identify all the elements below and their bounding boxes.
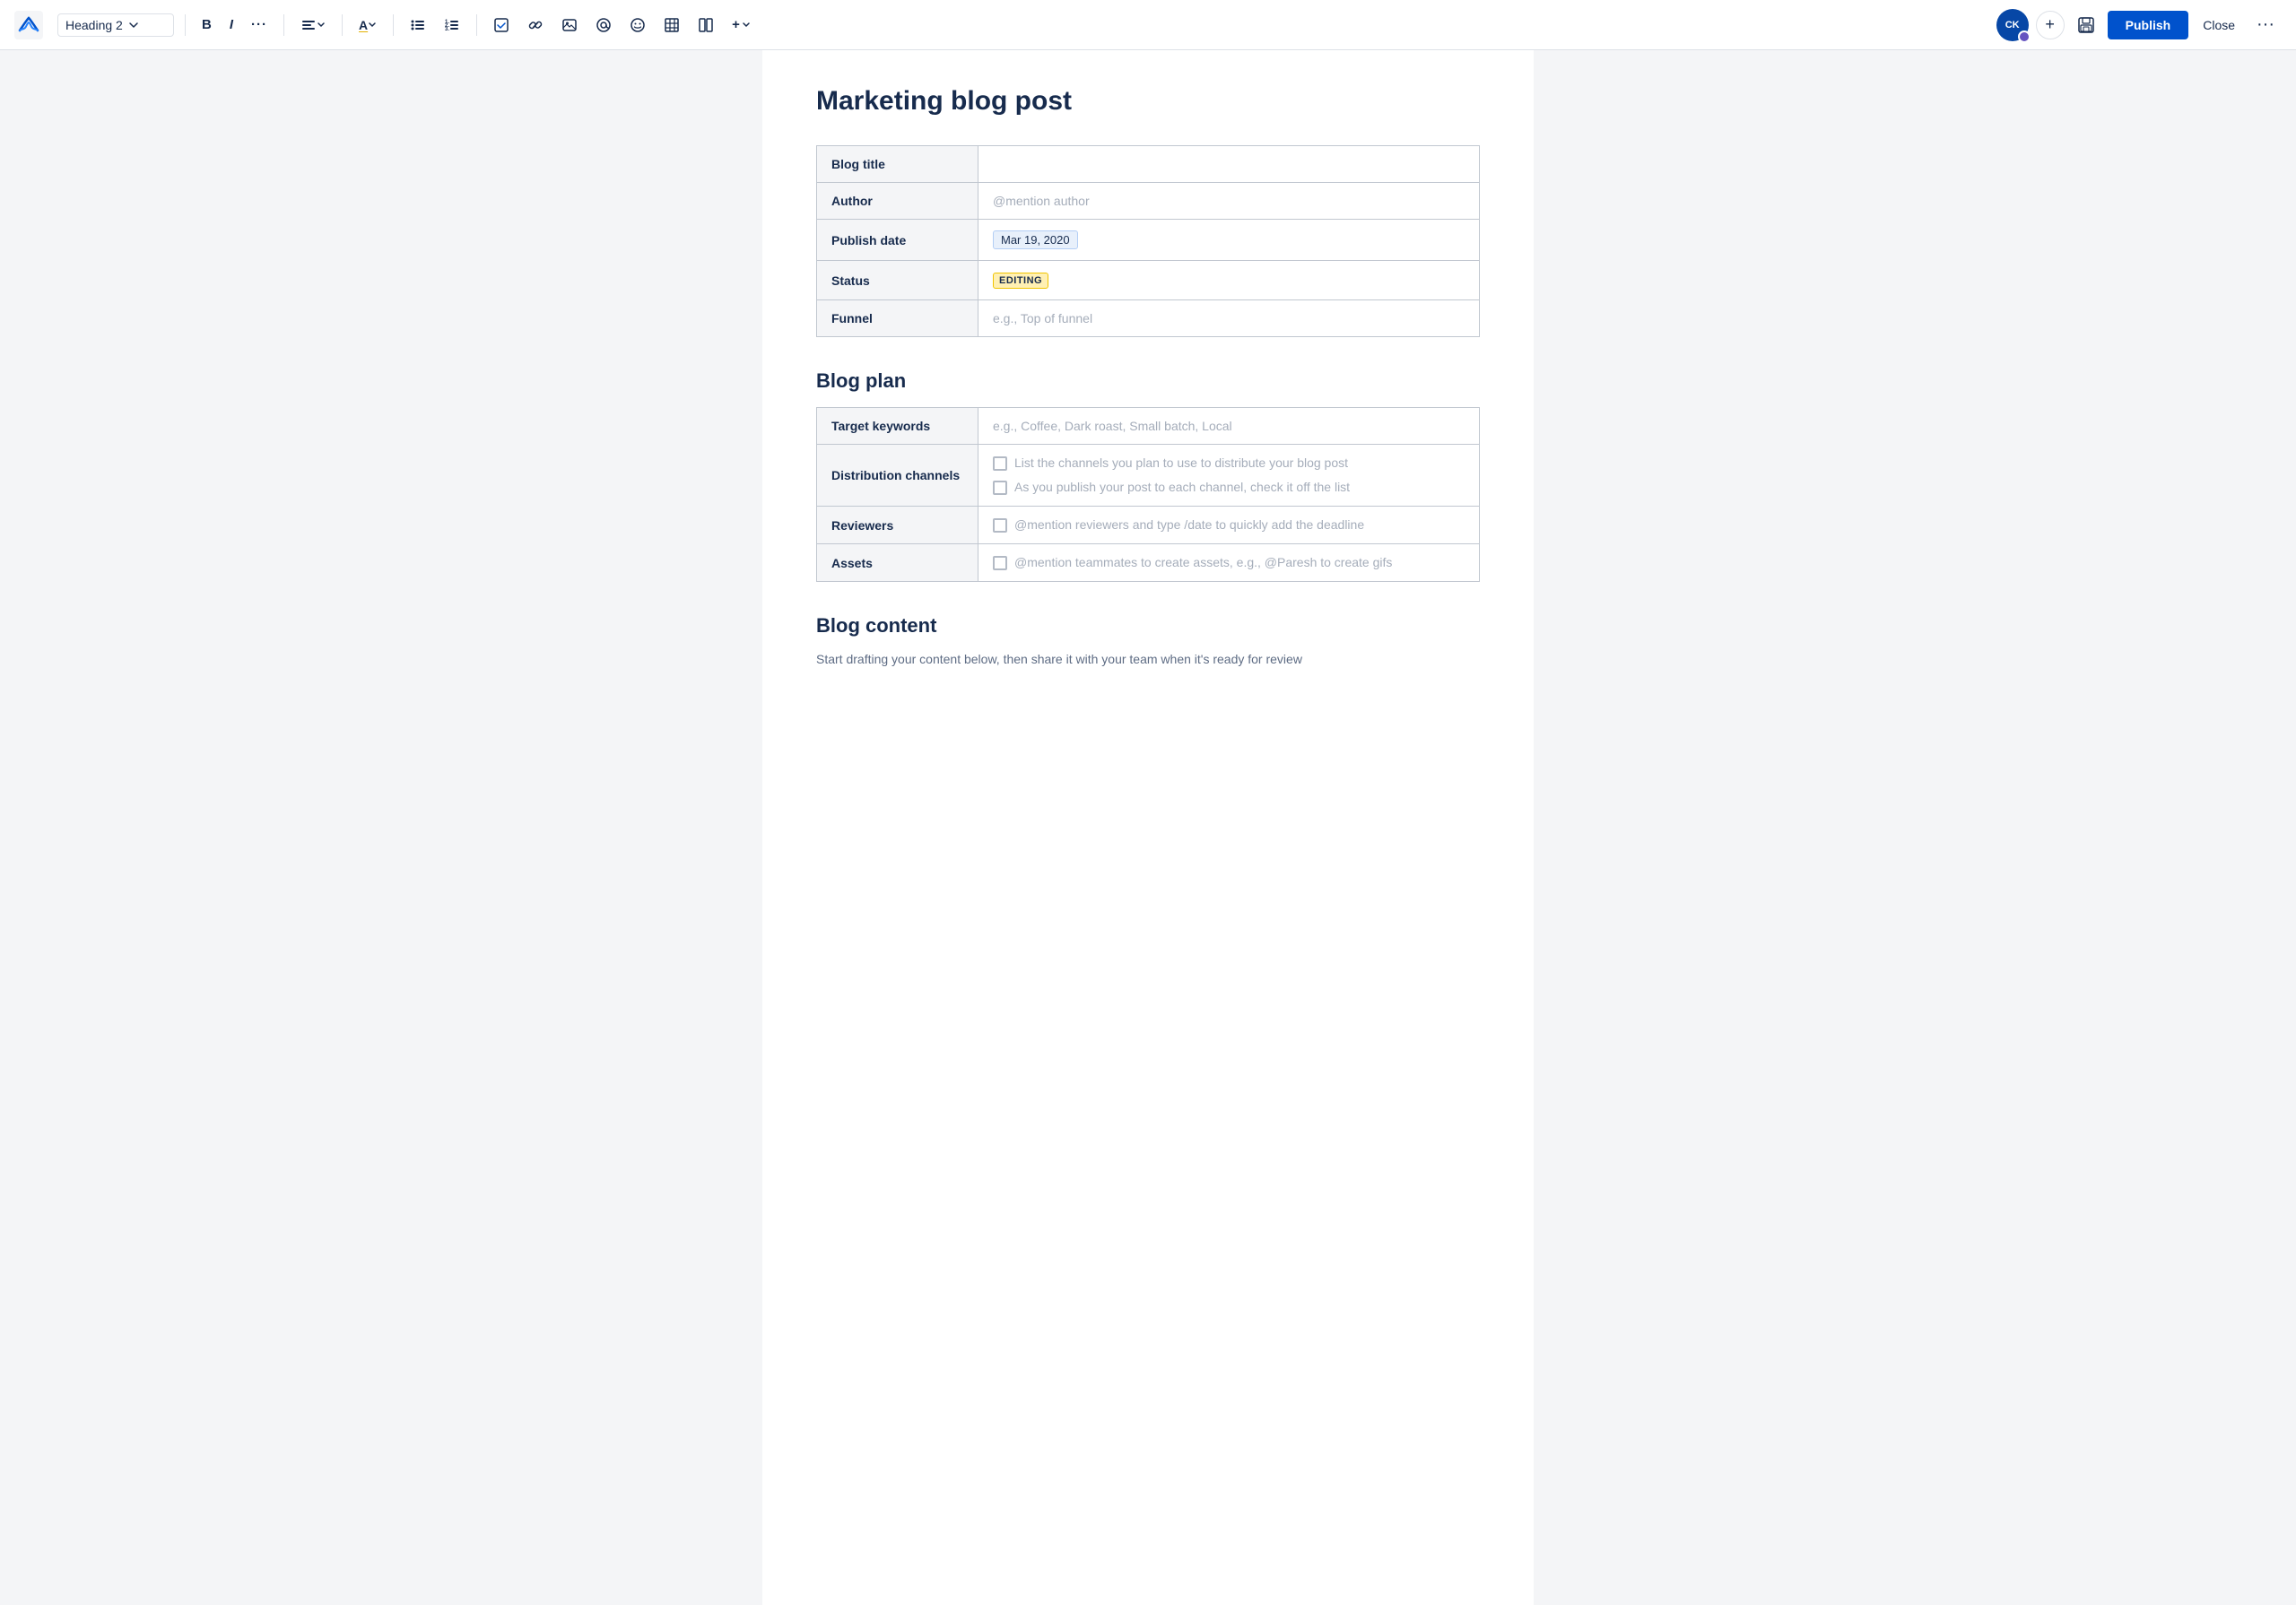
emoji-button[interactable]: [624, 12, 651, 39]
table-label-status: Status: [817, 261, 978, 300]
link-icon: [527, 17, 544, 33]
table-row: Reviewers @mention reviewers and type /d…: [817, 507, 1480, 544]
align-icon: [300, 17, 317, 33]
table-label-funnel: Funnel: [817, 300, 978, 337]
table-label-assets: Assets: [817, 544, 978, 582]
save-button[interactable]: [2072, 11, 2100, 39]
link-button[interactable]: [522, 12, 549, 39]
avatar[interactable]: CK: [1996, 9, 2029, 41]
avatar-badge: [2018, 30, 2031, 43]
style-selector-label: Heading 2: [65, 18, 123, 32]
chevron-down-icon: [317, 21, 326, 30]
table-icon: [664, 17, 680, 33]
blog-info-table: Blog title Author @mention author Publis…: [816, 145, 1480, 337]
close-button[interactable]: Close: [2196, 13, 2242, 38]
emoji-icon: [630, 17, 646, 33]
mention-button[interactable]: [590, 12, 617, 39]
status-badge[interactable]: EDITING: [993, 273, 1048, 289]
table-value-funnel[interactable]: e.g., Top of funnel: [978, 300, 1480, 337]
checkbox-4[interactable]: [993, 556, 1007, 570]
add-collaborator-button[interactable]: +: [2036, 11, 2065, 39]
table-row: Target keywords e.g., Coffee, Dark roast…: [817, 408, 1480, 445]
table-value-keywords[interactable]: e.g., Coffee, Dark roast, Small batch, L…: [978, 408, 1480, 445]
more-options-button[interactable]: ···: [2249, 11, 2282, 39]
table-value-reviewers[interactable]: @mention reviewers and type /date to qui…: [978, 507, 1480, 544]
checkbox-2[interactable]: [993, 481, 1007, 495]
table-label-distribution: Distribution channels: [817, 445, 978, 507]
blog-content-subtitle: Start drafting your content below, then …: [816, 652, 1480, 666]
image-icon: [561, 17, 578, 33]
checkbox-item: @mention reviewers and type /date to qui…: [993, 517, 1465, 533]
table-value-author[interactable]: @mention author: [978, 183, 1480, 220]
bullet-list-icon: [410, 17, 426, 33]
table-value-status[interactable]: EDITING: [978, 261, 1480, 300]
blog-plan-table: Target keywords e.g., Coffee, Dark roast…: [816, 407, 1480, 582]
table-row: Publish date Mar 19, 2020: [817, 220, 1480, 261]
bullet-list-button[interactable]: [404, 12, 431, 39]
more-format-button[interactable]: ···: [246, 12, 273, 38]
table-label-reviewers: Reviewers: [817, 507, 978, 544]
mention-icon: [596, 17, 612, 33]
numbered-list-icon: 1. 2. 3.: [444, 17, 460, 33]
toolbar-divider-2: [283, 14, 284, 36]
checkbox-1[interactable]: [993, 456, 1007, 471]
task-button[interactable]: [488, 12, 515, 39]
table-row: Author @mention author: [817, 183, 1480, 220]
toolbar-divider-3: [342, 14, 343, 36]
table-label-keywords: Target keywords: [817, 408, 978, 445]
columns-icon: [698, 17, 714, 33]
checkbox-3[interactable]: [993, 518, 1007, 533]
checkbox-item: List the channels you plan to use to dis…: [993, 455, 1465, 471]
style-selector[interactable]: Heading 2: [57, 13, 174, 37]
image-button[interactable]: [556, 12, 583, 39]
table-row: Distribution channels List the channels …: [817, 445, 1480, 507]
toolbar-right: CK + Publish Close ···: [1996, 9, 2282, 41]
table-row: Funnel e.g., Top of funnel: [817, 300, 1480, 337]
table-row: Status EDITING: [817, 261, 1480, 300]
svg-text:3.: 3.: [445, 27, 449, 32]
chevron-down-icon: [368, 21, 377, 30]
toolbar-divider-5: [476, 14, 477, 36]
italic-button[interactable]: I: [224, 12, 239, 38]
app-logo[interactable]: [14, 11, 43, 39]
bold-button[interactable]: B: [196, 12, 217, 38]
chevron-down-icon: [742, 21, 751, 30]
numbered-list-button[interactable]: 1. 2. 3.: [439, 12, 465, 39]
editor-content: Marketing blog post Blog title Author @m…: [762, 50, 1534, 1605]
text-color-button[interactable]: A: [353, 13, 382, 38]
toolbar: Heading 2 B I ··· A: [0, 0, 2296, 50]
checkbox-item: @mention teammates to create assets, e.g…: [993, 555, 1465, 570]
date-pill[interactable]: Mar 19, 2020: [993, 230, 1078, 249]
table-value-publish-date[interactable]: Mar 19, 2020: [978, 220, 1480, 261]
table-button[interactable]: [658, 12, 685, 39]
toolbar-divider-4: [393, 14, 394, 36]
blog-content-heading: Blog content: [816, 614, 1480, 638]
chevron-down-icon: [128, 20, 139, 30]
document-title[interactable]: Marketing blog post: [816, 86, 1480, 117]
save-icon: [2076, 15, 2096, 35]
table-value-assets[interactable]: @mention teammates to create assets, e.g…: [978, 544, 1480, 582]
blog-plan-heading: Blog plan: [816, 369, 1480, 393]
table-row: Assets @mention teammates to create asse…: [817, 544, 1480, 582]
columns-button[interactable]: [692, 12, 719, 39]
table-label-blog-title: Blog title: [817, 146, 978, 183]
align-button[interactable]: [295, 12, 331, 39]
table-row: Blog title: [817, 146, 1480, 183]
table-label-author: Author: [817, 183, 978, 220]
table-label-publish-date: Publish date: [817, 220, 978, 261]
task-icon: [493, 17, 509, 33]
publish-button[interactable]: Publish: [2108, 11, 2189, 39]
table-value-blog-title[interactable]: [978, 146, 1480, 183]
toolbar-divider-1: [185, 14, 186, 36]
table-value-distribution[interactable]: List the channels you plan to use to dis…: [978, 445, 1480, 507]
checkbox-item: As you publish your post to each channel…: [993, 480, 1465, 495]
insert-button[interactable]: +: [726, 12, 756, 38]
